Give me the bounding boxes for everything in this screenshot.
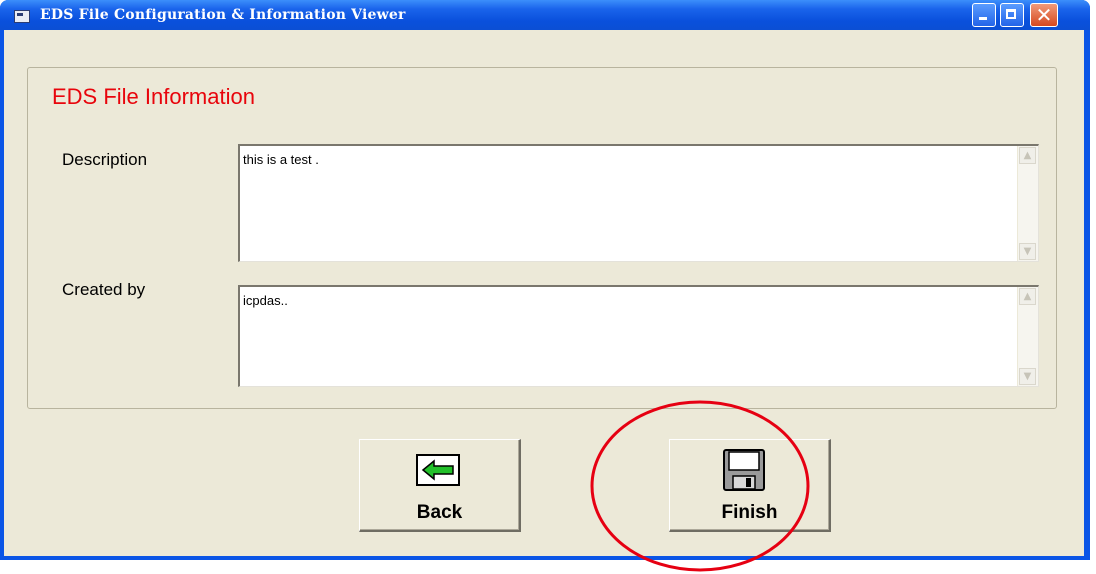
minimize-button[interactable] <box>972 3 996 27</box>
app-window-icon[interactable] <box>14 10 30 23</box>
finish-button-label: Finish <box>721 502 778 523</box>
minimize-icon <box>979 17 987 20</box>
created-by-textarea[interactable]: icpdas.. ▲ ▼ <box>238 285 1039 387</box>
title-bar[interactable]: EDS File Configuration & Information Vie… <box>0 0 1090 30</box>
scroll-up-icon[interactable]: ▲ <box>1019 288 1036 305</box>
scroll-down-icon[interactable]: ▼ <box>1019 243 1036 260</box>
back-button[interactable]: Back <box>359 439 521 532</box>
description-value: this is a test . <box>243 152 319 167</box>
finish-button[interactable]: Finish <box>669 439 831 532</box>
close-button[interactable]: ✕ <box>1030 3 1058 27</box>
window-title: EDS File Configuration & Information Vie… <box>40 7 406 23</box>
maximize-button[interactable] <box>1000 3 1024 27</box>
created-by-label: Created by <box>62 280 146 299</box>
back-button-label: Back <box>416 502 463 523</box>
green-left-arrow-icon <box>416 454 460 486</box>
group-title: EDS File Information <box>44 84 263 110</box>
description-textarea[interactable]: this is a test . ▲ ▼ <box>238 144 1039 262</box>
description-scrollbar[interactable]: ▲ ▼ <box>1017 146 1038 261</box>
scroll-up-icon[interactable]: ▲ <box>1019 147 1036 164</box>
description-label: Description <box>62 150 148 169</box>
created-by-value: icpdas.. <box>243 293 288 308</box>
scroll-down-icon[interactable]: ▼ <box>1019 368 1036 385</box>
close-icon: ✕ <box>1035 3 1053 27</box>
floppy-disk-icon <box>723 449 765 491</box>
maximize-icon <box>1006 9 1016 19</box>
created-by-scrollbar[interactable]: ▲ ▼ <box>1017 287 1038 386</box>
